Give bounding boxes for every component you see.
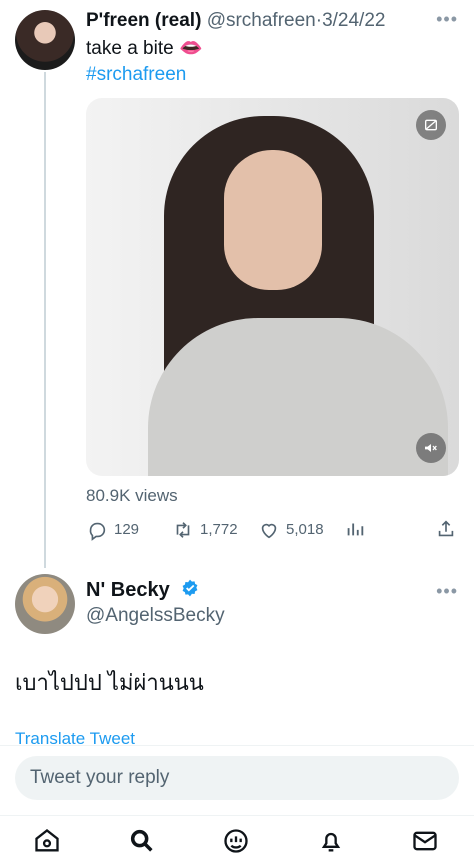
share-action[interactable] <box>435 518 457 540</box>
tweet-author-line: P'freen (real) @srchafreen·3/24/22 <box>86 9 385 33</box>
reply-author-name-line[interactable]: N' Becky <box>86 577 200 605</box>
tweet-date[interactable]: 3/24/22 <box>322 10 385 31</box>
notifications-nav-item[interactable] <box>316 826 346 856</box>
reply-author-avatar[interactable] <box>15 574 75 634</box>
bell-icon <box>321 832 341 852</box>
tweet-video[interactable] <box>86 98 459 476</box>
like-count: 5,018 <box>286 521 324 538</box>
analytics-icon <box>347 523 364 536</box>
content-warning-icon[interactable] <box>416 110 446 140</box>
reply-icon <box>89 522 106 541</box>
spaces-nav-item[interactable] <box>221 826 251 856</box>
like-action[interactable]: 5,018 <box>258 518 324 542</box>
view-count: 80.9K views <box>86 486 178 505</box>
reply-more-icon[interactable]: ••• <box>436 582 458 600</box>
video-subject-hoodie <box>148 318 448 476</box>
spaces-icon <box>224 829 248 853</box>
reply-action[interactable]: 129 <box>86 518 139 542</box>
retweet-action[interactable]: 1,772 <box>172 518 238 542</box>
tweet-more-icon[interactable]: ••• <box>436 10 458 28</box>
author-handle[interactable]: @srchafreen <box>207 10 316 31</box>
heart-icon <box>261 523 277 539</box>
home-icon <box>35 829 59 852</box>
tweet-actions: 129 1,772 5,018 <box>86 518 459 542</box>
analytics-action[interactable] <box>344 518 366 540</box>
tweet-hashtag-link[interactable]: #srchafreen <box>86 62 186 88</box>
retweet-count: 1,772 <box>200 521 238 538</box>
author-avatar[interactable] <box>15 10 75 70</box>
reply-text: เบาไปปป ไม่ผ่านนน <box>15 670 204 695</box>
tweet-text: take a bite 👄 <box>86 38 203 59</box>
thread-connector-line <box>44 72 46 568</box>
reply-author-display-name[interactable]: N' Becky <box>86 579 170 601</box>
author-display-name[interactable]: P'freen (real) <box>86 10 201 31</box>
video-subject-face <box>224 150 322 290</box>
search-icon <box>130 829 153 852</box>
search-nav-item[interactable] <box>127 826 157 856</box>
bottom-navigation <box>0 815 474 866</box>
reply-input[interactable] <box>15 756 459 800</box>
retweet-icon <box>176 522 190 538</box>
verified-badge-icon <box>180 578 200 605</box>
reply-author-handle[interactable]: @AngelssBecky <box>86 603 225 629</box>
messages-nav-item[interactable] <box>410 826 440 856</box>
home-nav-item[interactable] <box>32 826 62 856</box>
reply-count: 129 <box>114 521 140 538</box>
mute-icon[interactable] <box>416 433 446 463</box>
mail-icon <box>413 831 437 851</box>
share-icon <box>438 520 454 537</box>
